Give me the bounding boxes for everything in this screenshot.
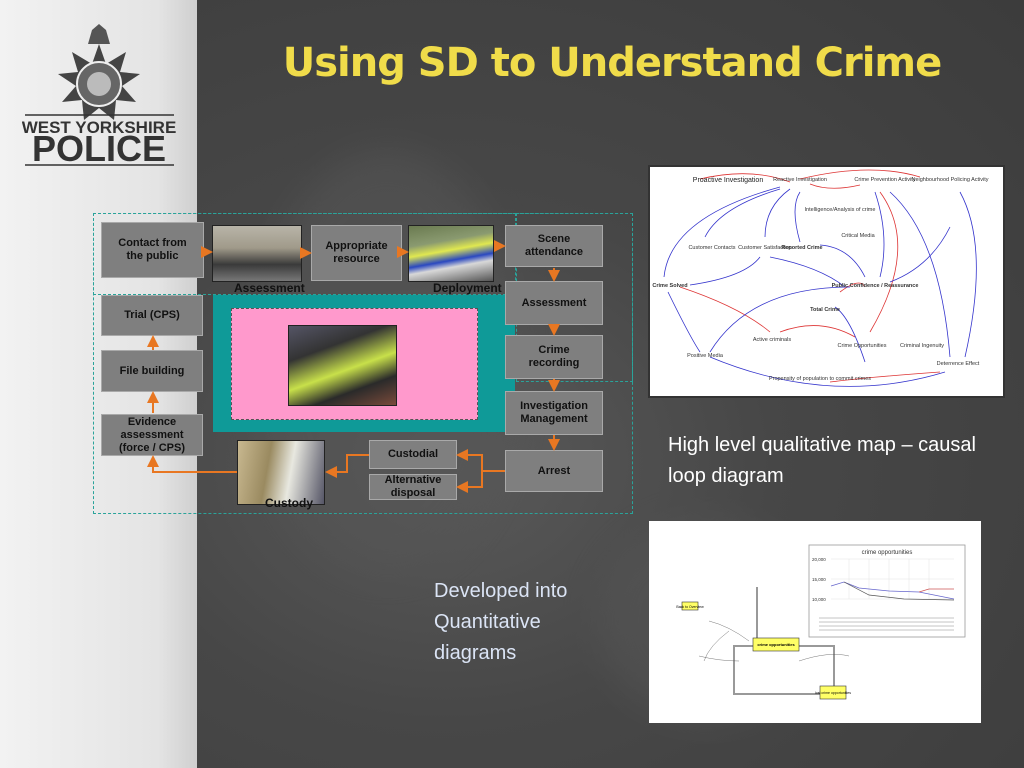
node-crime-opportunities: Crime Opportunities [838,343,887,349]
node-critical-media: Critical Media [841,233,875,239]
quant-chart-title: crime opportunities [862,550,913,556]
causal-loop-svg: Proactive Investigation Reactive Investi… [652,169,989,387]
node-customer-contacts: Customer Contacts [688,245,735,251]
node-active-criminals: Active criminals [753,337,791,343]
node-public-confidence: Public Confidence / Reassurance [832,283,919,289]
back-to-overview-button[interactable]: Back to Overview [676,605,704,609]
causal-loop-diagram: Proactive Investigation Reactive Investi… [648,165,1005,398]
quantitative-svg: crime opportunities 20,000 15,000 10,000… [676,544,966,700]
node-proactive-investigation: Proactive Investigation [693,177,764,184]
node-criminal-ingenuity: Criminal Ingenuity [900,343,944,349]
node-positive-media: Positive Media [687,353,724,359]
node-propensity: Propensity of population to commit crime… [769,376,871,382]
node-total-crime: Total Crime [810,307,840,313]
node-crime-solved: Crime Solved [652,283,687,289]
qualitative-caption: High level qualitative map – causal loop… [668,434,976,487]
stock-crime-opportunities: crime opportunities [757,642,795,647]
y-tick: 20,000 [812,557,826,562]
quantitative-diagram: crime opportunities 20,000 15,000 10,000… [649,521,981,723]
node-neighbourhood-policing: Neighbourhood Policing Activity [911,177,988,183]
node-deterrence-effect: Deterrence Effect [937,361,980,367]
node-reported-crime: Reported Crime [781,245,822,251]
node-reactive-investigation: Reactive Investigation [773,177,827,183]
y-tick: 15,000 [812,577,826,582]
node-intelligence: Intelligence/Analysis of crime [805,207,876,213]
y-tick: 10,000 [812,597,826,602]
node-crime-prevention: Crime Prevention Activity [854,177,915,183]
quantitative-caption: Developed into Quantitative diagrams [434,580,568,664]
stock-lost-crime-opportunities: lost crime opportunities [815,691,851,695]
